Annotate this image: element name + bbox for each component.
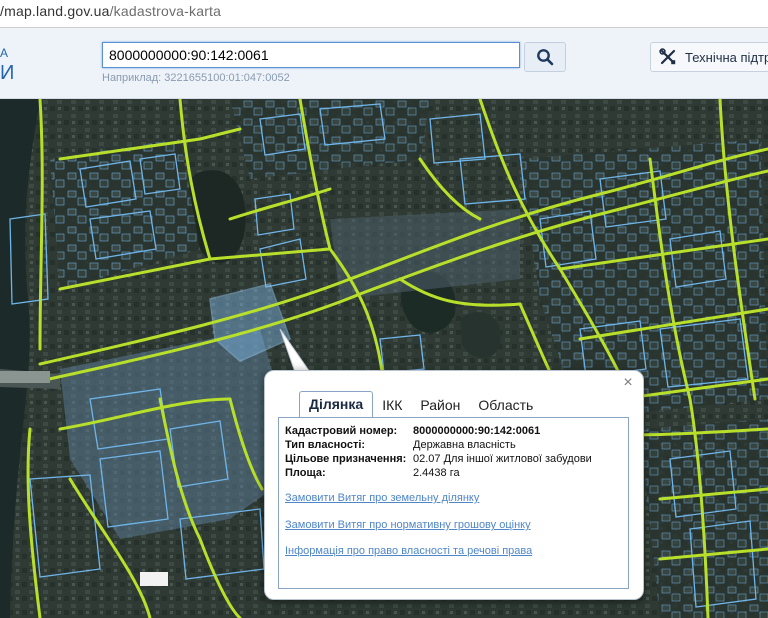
- tools-icon: [659, 48, 676, 65]
- order-land-extract-link[interactable]: Замовити Витяг про земельну ділянку: [285, 492, 479, 504]
- address-url[interactable]: /map.land.gov.ua/kadastrova-karta: [0, 3, 221, 19]
- parcel-details-panel: Кадастровий номер: 8000000000:90:142:006…: [278, 417, 629, 589]
- technical-support-button[interactable]: Технічна підтр: [650, 42, 768, 72]
- search-example-hint: Наприклад: 3221655100:01:047:0052: [102, 72, 290, 84]
- field-value: 8000000000:90:142:0061: [413, 425, 541, 437]
- field-value: 2.4438 га: [413, 467, 460, 479]
- field-area: Площа: 2.4438 га: [285, 466, 592, 480]
- ownership-info-link[interactable]: Інформація про право власності та речові…: [285, 545, 532, 557]
- popup-tabs: Ділянка ІКК Район Область: [299, 391, 542, 417]
- tab-district[interactable]: Район: [411, 393, 469, 417]
- browser-address-bar[interactable]: /map.land.gov.ua/kadastrova-karta: [0, 0, 768, 28]
- tab-parcel[interactable]: Ділянка: [299, 391, 374, 417]
- search-button[interactable]: [524, 42, 566, 72]
- cadastral-search-input[interactable]: [102, 42, 520, 68]
- search-icon: [537, 49, 554, 66]
- logo-fragment-top: А: [0, 46, 9, 60]
- close-icon[interactable]: ×: [621, 375, 635, 391]
- field-ownership-type: Тип власності: Державна власність: [285, 438, 592, 452]
- field-purpose: Цільове призначення: 02.07 Для іншої жит…: [285, 452, 592, 466]
- parcel-fields: Кадастровий номер: 8000000000:90:142:006…: [285, 424, 592, 480]
- field-label: Цільове призначення:: [285, 453, 407, 465]
- field-value: 02.07 Для іншої житлової забудови: [413, 453, 592, 465]
- tab-region[interactable]: Область: [469, 393, 542, 417]
- field-cadastral-number: Кадастровий номер: 8000000000:90:142:006…: [285, 424, 592, 438]
- field-value: Державна власність: [413, 439, 516, 451]
- order-valuation-extract-link[interactable]: Замовити Витяг про нормативну грошову оц…: [285, 519, 531, 531]
- technical-support-label: Технічна підтр: [685, 49, 768, 65]
- field-label: Тип власності:: [285, 439, 366, 451]
- field-label: Площа:: [285, 467, 326, 479]
- field-label: Кадастровий номер:: [285, 425, 398, 437]
- tab-ikk[interactable]: ІКК: [373, 393, 411, 417]
- logo-fragment-bottom: И: [0, 62, 15, 84]
- parcel-info-popup: × Ділянка ІКК Район Область Кадастровий …: [264, 370, 644, 600]
